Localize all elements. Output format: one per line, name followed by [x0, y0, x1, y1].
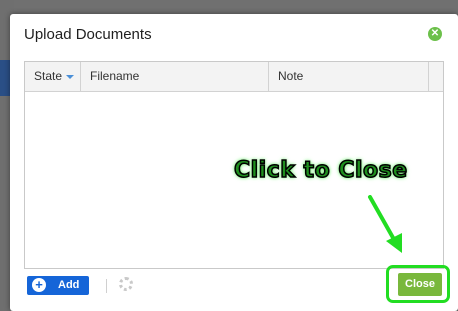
background-topbar [0, 0, 458, 14]
column-label-state: State [34, 69, 63, 83]
column-header-state[interactable]: State [25, 62, 81, 91]
footer-divider [106, 279, 107, 293]
add-button-label: Add [58, 279, 80, 291]
dialog-title: Upload Documents [24, 26, 152, 43]
annotation-click-to-close: Click to Close [233, 157, 408, 184]
column-label-note: Note [278, 69, 304, 83]
column-label-filename: Filename [90, 69, 140, 83]
column-header-filename[interactable]: Filename [81, 62, 269, 91]
sort-down-icon [66, 74, 75, 79]
grid-header: State Filename Note [25, 62, 443, 92]
annotation-arrow-icon [368, 195, 402, 253]
add-button[interactable]: + Add [27, 276, 89, 295]
close-icon[interactable]: ✕ [428, 27, 442, 41]
plus-icon: + [32, 278, 46, 292]
close-button[interactable]: Close [398, 273, 442, 296]
column-header-spacer [429, 62, 443, 91]
column-header-note[interactable]: Note [269, 62, 429, 91]
loading-spinner-icon [119, 277, 133, 291]
